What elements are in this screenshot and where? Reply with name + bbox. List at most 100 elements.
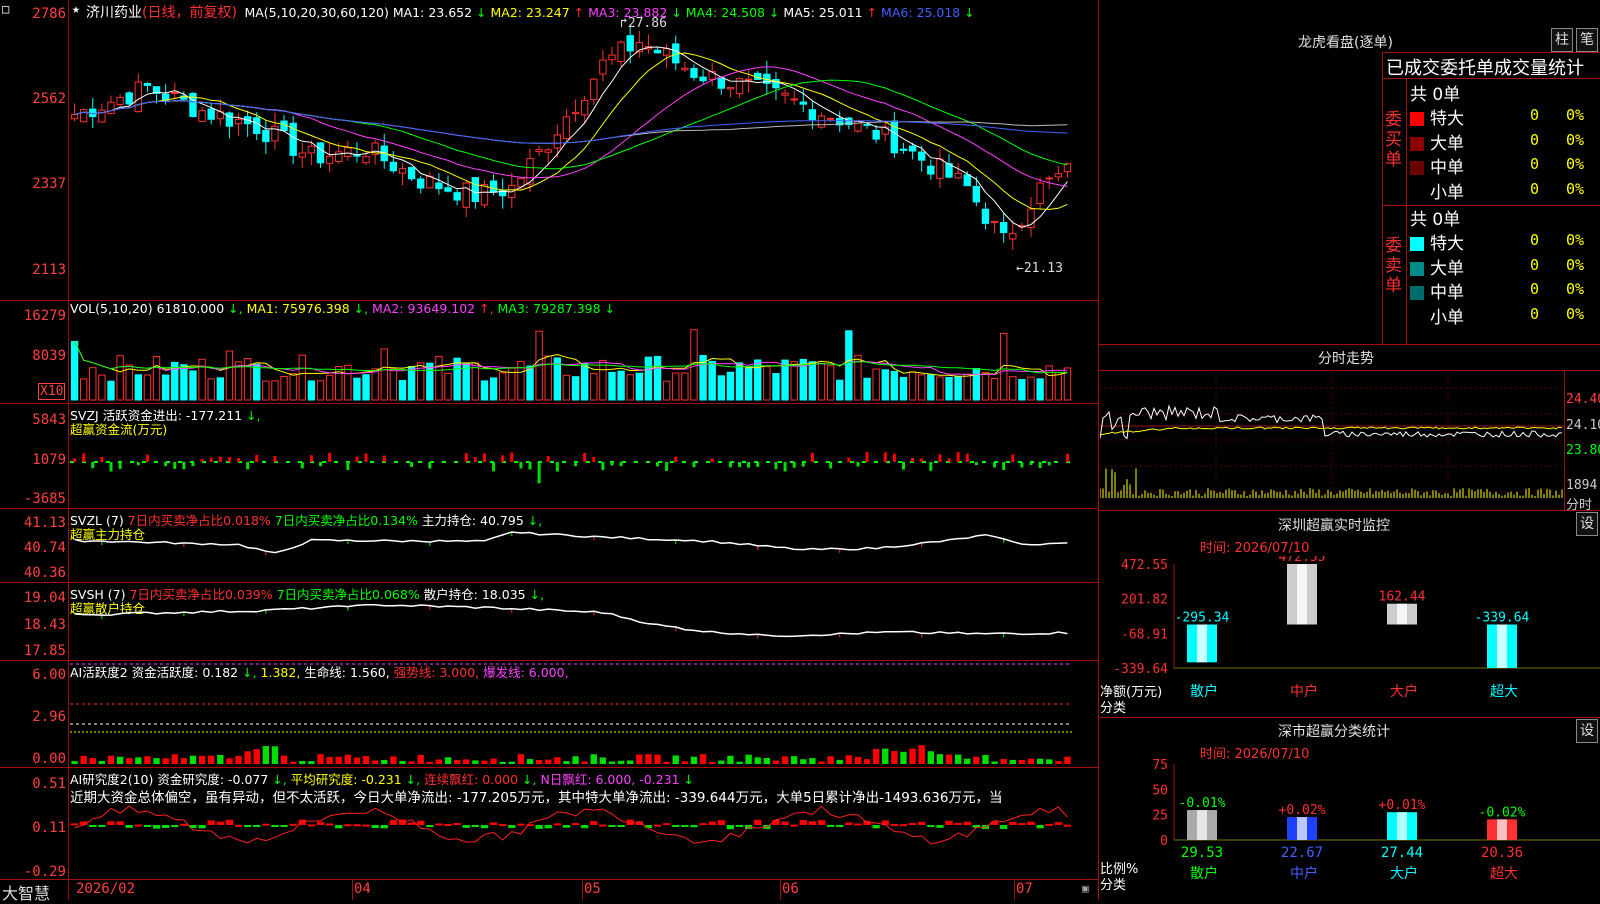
volume-ma-line [74, 341, 1068, 377]
svzj-chart[interactable] [70, 430, 1096, 508]
volume-bar [70, 340, 79, 401]
volume-bar [189, 370, 197, 401]
classify-change-label: +0.02% [1279, 803, 1326, 818]
favorite-star-icon[interactable]: ★ [72, 2, 80, 17]
flow-bar [974, 462, 978, 466]
ai-active-chart[interactable] [70, 662, 1096, 766]
research-bar [462, 825, 470, 828]
research-bar [362, 824, 370, 827]
active-bar [790, 756, 798, 764]
research-bar [681, 825, 689, 827]
monitor-settings-button[interactable]: 设 [1576, 512, 1598, 536]
volume-bar [526, 365, 534, 401]
classify-chart: 75 50 25 0 -0.01% 29.53 散户 +0.02% 22.67 中户 +0.01% 2… [1152, 758, 1600, 882]
volume-bar [1009, 376, 1017, 401]
flow-bar [528, 462, 532, 470]
candlestick [781, 92, 789, 96]
research-bar [116, 821, 124, 825]
candlestick [471, 177, 480, 202]
research-bar [590, 821, 598, 825]
candlestick [999, 222, 1008, 234]
candlestick [908, 145, 917, 152]
volume-bar [89, 367, 97, 401]
volume-bar [1036, 378, 1044, 401]
research-bar [107, 821, 115, 825]
active-bar [535, 760, 543, 764]
candlestick [517, 177, 525, 188]
active-bar [472, 760, 479, 764]
x-axis-label: 07 [1016, 881, 1033, 897]
classify-settings-button[interactable]: 设 [1576, 719, 1598, 743]
header-item: 7日内买卖净占比0.018% [127, 513, 275, 528]
order-row: 小单 0 0% [1410, 178, 1600, 203]
sell-total: 共 0单 [1410, 210, 1461, 230]
candlestick [70, 114, 79, 120]
active-bar [417, 755, 424, 764]
volume-bar [653, 355, 662, 401]
volume-bar [881, 369, 889, 401]
volume-bar [280, 376, 288, 401]
research-bar [936, 825, 944, 828]
candlestick [608, 54, 616, 61]
flow-bar [1020, 462, 1024, 468]
active-bar [344, 754, 352, 764]
svzl-chart[interactable] [70, 530, 1096, 582]
monitor-category-label: 中户 [1290, 683, 1318, 700]
volume-bar [763, 366, 771, 401]
research-bar [690, 825, 698, 828]
order-color-swatch [1410, 310, 1424, 325]
order-row: 特大 0 0% [1410, 104, 1600, 129]
monitor-y-label: 472.55 [1121, 558, 1168, 573]
candlestick [590, 78, 598, 100]
kline-chart[interactable] [70, 18, 1096, 298]
volume-bar [444, 372, 452, 401]
research-bar [198, 825, 206, 829]
dragon-tiger-title: 龙虎看盘(逐单) [1298, 35, 1393, 51]
active-bar [645, 754, 652, 764]
active-bar [299, 761, 306, 764]
active-bar [800, 759, 807, 764]
ai-research-chart[interactable] [70, 800, 1096, 879]
order-pct: 0% [1566, 106, 1585, 124]
bar-mode-button[interactable]: 柱 [1551, 28, 1573, 52]
price-y-label: 2562 [32, 91, 66, 107]
active-bar [891, 751, 898, 764]
active-bar [481, 760, 488, 764]
svsh-chart[interactable] [70, 602, 1096, 660]
pen-mode-button[interactable]: 笔 [1576, 28, 1598, 52]
research-bar [663, 823, 671, 826]
volume-chart[interactable] [70, 312, 1096, 402]
order-count: 0 [1530, 106, 1540, 124]
active-bar [900, 751, 907, 764]
research-bar [480, 825, 489, 829]
lock-icon[interactable]: ▣ [1082, 882, 1089, 895]
order-color-swatch [1410, 237, 1424, 251]
volume-bar [462, 363, 470, 401]
active-bar [636, 754, 643, 764]
active-bar [954, 754, 962, 764]
active-bar [663, 761, 670, 764]
order-type: 特大 [1430, 109, 1464, 129]
flow-bar [947, 458, 951, 462]
svzj-y-label: -3685 [23, 491, 66, 507]
research-bar [216, 821, 224, 825]
intraday-chart[interactable] [1100, 372, 1564, 510]
active-bar [718, 760, 725, 764]
active-bar [326, 757, 333, 764]
monitor-value-label: -339.64 [1475, 611, 1530, 626]
active-bar [244, 751, 251, 764]
candlestick [298, 152, 306, 158]
flow-bar [610, 462, 614, 466]
volume-bar [662, 380, 671, 401]
volume-unit-label: X10 [38, 383, 66, 400]
flow-bar [1011, 454, 1015, 462]
active-bar [153, 758, 160, 764]
flow-bar [555, 462, 559, 472]
flow-bar [956, 452, 960, 462]
research-bar [1054, 822, 1062, 825]
candlestick [207, 108, 215, 120]
flow-bar [164, 462, 168, 467]
flow-bar [847, 457, 851, 462]
research-bar [89, 825, 97, 827]
classify-title: 深市超赢分类统计 [1278, 724, 1390, 740]
